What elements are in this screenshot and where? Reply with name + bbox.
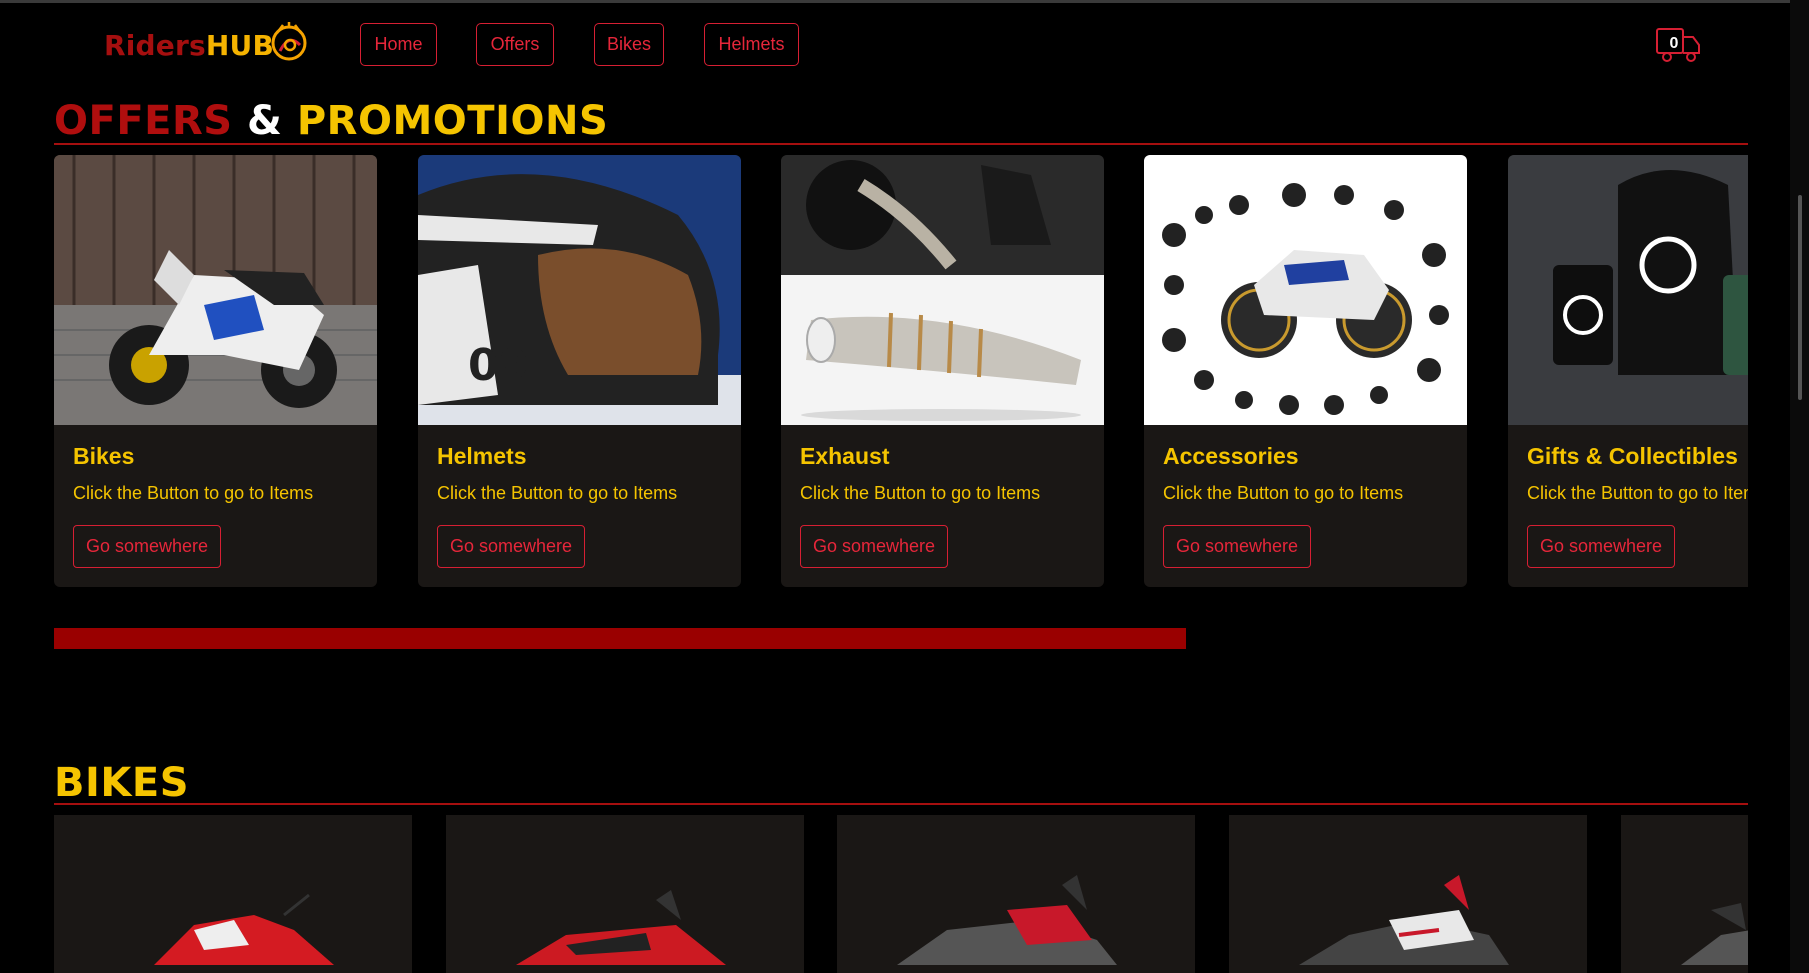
offer-card-text: Click the Button to go to Items	[800, 483, 1041, 503]
bike-card[interactable]	[1621, 815, 1748, 973]
bikes-carousel[interactable]	[54, 815, 1748, 973]
svg-text:09: 09	[468, 340, 529, 391]
bikes-section-heading: BIKES	[54, 760, 189, 806]
nav-bikes-button[interactable]: Bikes	[594, 23, 664, 66]
red-adventure-bike-image	[897, 875, 1117, 965]
helmet-logo-icon	[271, 22, 307, 61]
offer-card-title: Exhaust	[800, 443, 890, 469]
go-somewhere-button[interactable]: Go somewhere	[1163, 525, 1311, 568]
offer-card-text: Click the Button to go to Items	[73, 483, 314, 503]
heading-word-promotions: PROMOTIONS	[296, 98, 609, 144]
offers-carousel[interactable]: Bikes Click the Button to go to Items Go…	[54, 155, 1748, 587]
offer-card-title: Gifts & Collectibles	[1527, 443, 1738, 469]
chrome-exhaust-image	[781, 155, 1104, 425]
go-somewhere-button[interactable]: Go somewhere	[1527, 525, 1675, 568]
cart-count-badge: 0	[1669, 35, 1679, 52]
heading-word-offers: OFFERS	[54, 98, 233, 144]
offer-card-accessories: Accessories Click the Button to go to It…	[1144, 155, 1467, 587]
offer-card-title: Helmets	[437, 443, 527, 469]
bike-accessories-image	[1144, 155, 1467, 425]
bike-card[interactable]	[1229, 815, 1587, 973]
go-somewhere-button[interactable]: Go somewhere	[437, 525, 585, 568]
offer-card-helmets: 09 Helmets Click the Button to go to Ite…	[418, 155, 741, 587]
offers-section-heading: OFFERS & PROMOTIONS	[54, 98, 608, 144]
black-helmet-image: 09	[418, 155, 741, 425]
white-blue-motorcycle-image	[54, 155, 377, 425]
offer-card-bikes: Bikes Click the Button to go to Items Go…	[54, 155, 377, 587]
go-somewhere-button[interactable]: Go somewhere	[800, 525, 948, 568]
nav-helmets-button[interactable]: Helmets	[704, 23, 799, 66]
adventure-bike-partial-image	[1681, 903, 1748, 965]
nav-offers-button[interactable]: Offers	[476, 23, 554, 66]
brand-name-part2: HUB	[205, 29, 274, 62]
offers-scroll-progress-fill	[54, 628, 1186, 649]
ducati-desertx-image	[1299, 875, 1509, 965]
bike-card[interactable]	[837, 815, 1195, 973]
offers-heading-rule	[54, 143, 1748, 145]
offer-card-text: Click the Button to go to Items	[1527, 483, 1748, 503]
offer-card-title: Bikes	[73, 443, 135, 469]
bike-card[interactable]	[446, 815, 804, 973]
go-somewhere-button[interactable]: Go somewhere	[73, 525, 221, 568]
offer-card-exhaust: Exhaust Click the Button to go to Items …	[781, 155, 1104, 587]
red-sportbike-image	[154, 893, 334, 965]
red-supermoto-image	[516, 890, 726, 965]
offer-card-gifts-collectibles: Gifts & Collectibles Click the Button to…	[1508, 155, 1748, 587]
offer-card-text: Click the Button to go to Items	[437, 483, 678, 503]
page-scrollbar[interactable]	[1790, 0, 1809, 973]
brand-name-part1: Riders	[104, 29, 206, 62]
nav-home-button[interactable]: Home	[360, 23, 437, 66]
heading-ampersand: &	[247, 98, 283, 144]
kawasaki-merch-image	[1508, 155, 1748, 425]
offers-scroll-progress[interactable]	[54, 628, 1748, 649]
page-scrollbar-thumb[interactable]	[1798, 195, 1802, 400]
offer-card-text: Click the Button to go to Items	[1163, 483, 1404, 503]
brand-logo-text[interactable]: RidersHUB	[104, 29, 274, 62]
bikes-heading-rule	[54, 803, 1748, 805]
navbar: RidersHUB Home Offers Bikes Helmets 0	[0, 3, 1790, 83]
bike-card[interactable]	[54, 815, 412, 973]
offer-card-title: Accessories	[1163, 443, 1299, 469]
